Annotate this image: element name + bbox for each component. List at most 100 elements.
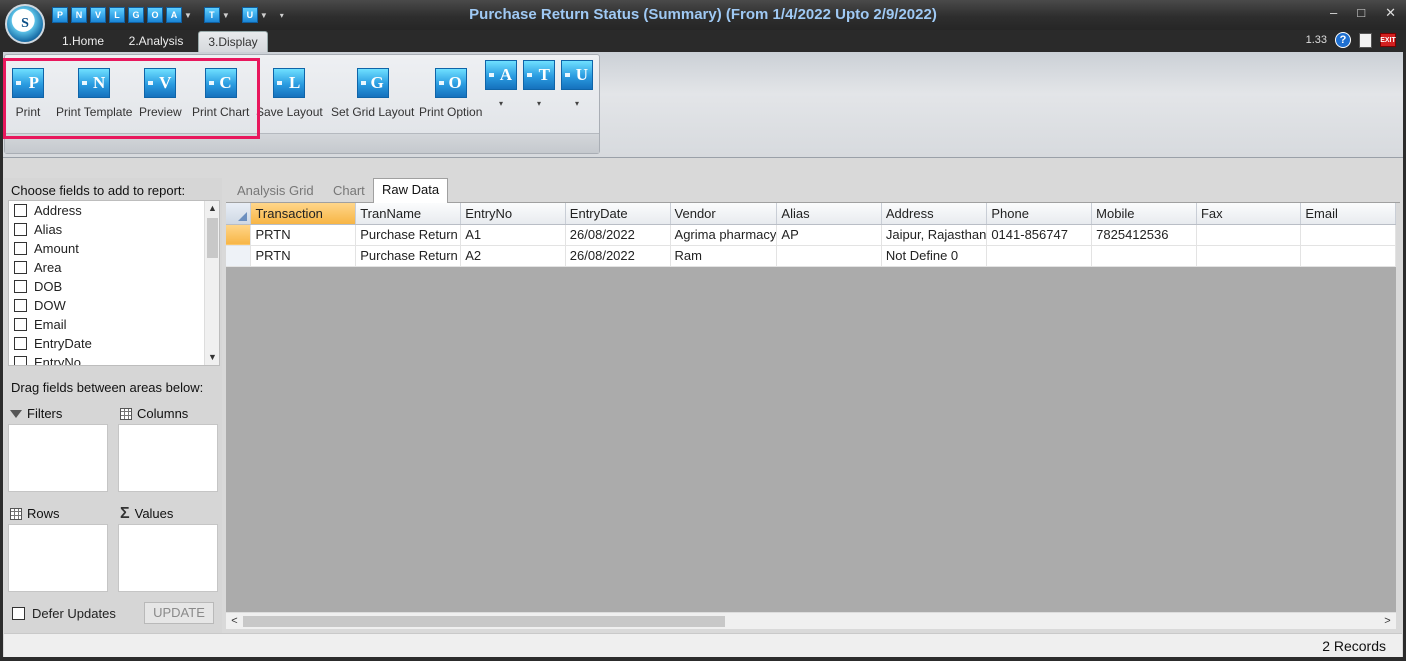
customize-qat-icon[interactable]: ▾: [280, 11, 284, 20]
qat-u-dropdown[interactable]: U ▼: [241, 6, 268, 24]
table-cell[interactable]: AP: [776, 224, 882, 246]
table-cell[interactable]: Ram: [670, 245, 778, 267]
table-cell[interactable]: Not Define 0: [881, 245, 988, 267]
table-cell[interactable]: 26/08/2022: [565, 224, 671, 246]
table-cell[interactable]: 0141-856747: [986, 224, 1093, 246]
maximize-button[interactable]: □: [1357, 5, 1365, 21]
u-dropdown-button[interactable]: U ▾: [561, 60, 593, 108]
table-cell[interactable]: [986, 245, 1093, 267]
print-chart-button[interactable]: C Print Chart: [192, 68, 249, 119]
minimize-button[interactable]: –: [1330, 5, 1337, 21]
qat-print-button[interactable]: P: [52, 6, 68, 24]
qat-save-layout-button[interactable]: L: [109, 6, 125, 24]
horizontal-scrollbar[interactable]: < >: [226, 612, 1396, 629]
field-item-entryno[interactable]: EntryNo: [9, 353, 219, 365]
table-cell[interactable]: [776, 245, 882, 267]
field-item-amount[interactable]: Amount: [9, 239, 219, 258]
column-header[interactable]: EntryDate: [565, 203, 671, 225]
table-cell[interactable]: Jaipur, Rajasthan: [881, 224, 988, 246]
checkbox[interactable]: [14, 204, 27, 217]
set-grid-layout-button[interactable]: G Set Grid Layout: [331, 68, 414, 119]
qat-grid-layout-button[interactable]: G: [128, 6, 144, 24]
field-item-entrydate[interactable]: EntryDate: [9, 334, 219, 353]
table-cell[interactable]: Purchase Return: [355, 245, 462, 267]
rows-drop-area[interactable]: [8, 524, 108, 592]
field-item-dow[interactable]: DOW: [9, 296, 219, 315]
checkbox[interactable]: [14, 318, 27, 331]
column-header[interactable]: Phone: [986, 203, 1093, 225]
column-header[interactable]: Alias: [776, 203, 882, 225]
column-header[interactable]: Address: [881, 203, 988, 225]
column-header[interactable]: TranName: [355, 203, 462, 225]
tab-analysis[interactable]: 2.Analysis: [122, 31, 190, 53]
tab-raw-data[interactable]: Raw Data: [373, 178, 449, 204]
tab-analysis-grid[interactable]: Analysis Grid: [229, 180, 322, 203]
checkbox[interactable]: [14, 280, 27, 293]
field-item-area[interactable]: Area: [9, 258, 219, 277]
qat-preview-button[interactable]: V: [90, 6, 106, 24]
scroll-thumb[interactable]: [207, 218, 218, 258]
checkbox[interactable]: [14, 337, 27, 350]
filters-drop-area[interactable]: [8, 424, 108, 492]
exit-icon[interactable]: EXIT: [1380, 33, 1396, 47]
print-button[interactable]: P Print: [12, 68, 44, 119]
t-dropdown-button[interactable]: T ▾: [523, 60, 555, 108]
chevron-right-icon[interactable]: >: [1379, 613, 1396, 630]
table-cell[interactable]: 26/08/2022: [565, 245, 671, 267]
table-cell[interactable]: PRTN: [250, 224, 357, 246]
checkbox[interactable]: [14, 299, 27, 312]
table-cell[interactable]: 7825412536: [1091, 224, 1197, 246]
select-all-corner[interactable]: [226, 203, 252, 225]
checkbox[interactable]: [14, 356, 27, 365]
scroll-thumb[interactable]: [243, 616, 725, 627]
field-item-dob[interactable]: DOB: [9, 277, 219, 296]
checkbox[interactable]: [14, 261, 27, 274]
table-row[interactable]: PRTN Purchase Return A1 26/08/2022 Agrim…: [226, 224, 1396, 246]
column-header[interactable]: EntryNo: [460, 203, 566, 225]
field-item-address[interactable]: Address: [9, 201, 219, 220]
table-cell[interactable]: Purchase Return: [355, 224, 462, 246]
tab-home[interactable]: 1.Home: [52, 31, 114, 53]
table-row[interactable]: PRTN Purchase Return A2 26/08/2022 Ram N…: [226, 245, 1396, 267]
qat-a-dropdown[interactable]: A ▼: [166, 6, 192, 24]
field-item-email[interactable]: Email: [9, 315, 219, 334]
help-icon[interactable]: ?: [1335, 32, 1351, 48]
save-layout-button[interactable]: L Save Layout: [256, 68, 323, 119]
column-header[interactable]: Vendor: [670, 203, 778, 225]
field-item-alias[interactable]: Alias: [9, 220, 219, 239]
update-button[interactable]: UPDATE: [144, 602, 214, 624]
table-cell[interactable]: PRTN: [250, 245, 357, 267]
table-cell[interactable]: A2: [460, 245, 566, 267]
column-header[interactable]: Fax: [1196, 203, 1302, 225]
table-cell[interactable]: [1196, 224, 1302, 246]
column-header[interactable]: Mobile: [1091, 203, 1197, 225]
qat-print-option-button[interactable]: O: [147, 6, 163, 24]
row-selector[interactable]: [226, 224, 252, 246]
table-cell[interactable]: Agrima pharmacy: [670, 224, 778, 246]
preview-button[interactable]: V Preview: [139, 68, 182, 119]
values-drop-area[interactable]: [118, 524, 218, 592]
columns-drop-area[interactable]: [118, 424, 218, 492]
defer-updates-checkbox[interactable]: Defer Updates: [12, 606, 116, 621]
table-cell[interactable]: [1196, 245, 1302, 267]
tab-chart[interactable]: Chart: [325, 180, 373, 203]
table-cell[interactable]: A1: [460, 224, 566, 246]
chevron-up-icon[interactable]: ▲: [205, 201, 219, 216]
column-header[interactable]: Transaction: [250, 203, 357, 225]
chevron-left-icon[interactable]: <: [226, 613, 243, 630]
table-cell[interactable]: [1091, 245, 1197, 267]
print-option-button[interactable]: O Print Option: [419, 68, 482, 119]
column-header[interactable]: Email: [1300, 203, 1396, 225]
qat-t-dropdown[interactable]: T ▼: [203, 6, 230, 24]
app-logo-icon[interactable]: S: [5, 4, 45, 44]
chevron-down-icon[interactable]: ▼: [205, 350, 219, 365]
document-icon[interactable]: [1359, 32, 1372, 48]
field-list-scrollbar[interactable]: ▲ ▼: [204, 201, 219, 365]
print-template-button[interactable]: N Print Template: [56, 68, 132, 119]
close-button[interactable]: ✕: [1385, 5, 1396, 21]
tab-display[interactable]: 3.Display: [198, 31, 268, 53]
checkbox[interactable]: [14, 242, 27, 255]
qat-print-template-button[interactable]: N: [71, 6, 87, 24]
checkbox[interactable]: [14, 223, 27, 236]
a-dropdown-button[interactable]: A ▾: [485, 60, 517, 108]
